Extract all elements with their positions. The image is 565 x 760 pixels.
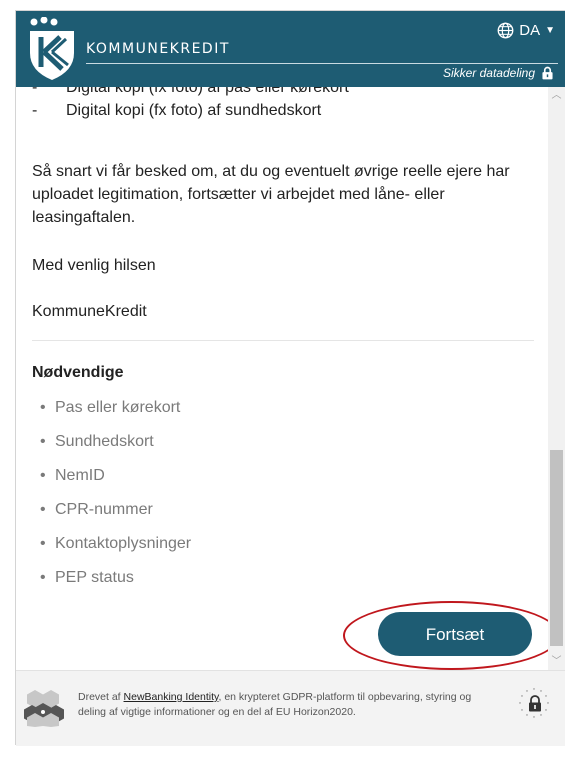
language-label: DA — [519, 22, 541, 39]
list-item: • Kontaktoplysninger — [40, 535, 192, 552]
svg-text:*: * — [547, 702, 549, 708]
scrollbar-thumb[interactable] — [550, 450, 563, 646]
greeting: Med venlig hilsen — [32, 257, 156, 274]
svg-text:*: * — [526, 714, 528, 720]
divider — [32, 340, 534, 341]
section-title: Nødvendige — [32, 364, 124, 381]
content-area: - Digital kopi (fx foto) af pas eller kør… — [16, 87, 548, 670]
language-selector[interactable]: DA ▼ — [497, 22, 555, 39]
required-list: • Pas eller kørekort • Sundhedskort • NemID… — [40, 399, 191, 603]
newbanking-logo-icon — [24, 690, 64, 727]
footer: Drevet af NewBanking Identity, en krypte… — [16, 670, 565, 746]
eu-lock-icon: * ** *** *** *** — [519, 688, 549, 721]
svg-text:*: * — [545, 695, 547, 701]
globe-icon — [497, 22, 514, 39]
list-item: • NemID — [40, 467, 105, 484]
svg-text:*: * — [545, 709, 547, 715]
svg-text:*: * — [533, 688, 535, 694]
svg-text:*: * — [540, 690, 542, 696]
highlight-circle — [343, 601, 548, 670]
secure-label: Sikker datadeling — [442, 66, 535, 80]
secure-sharing: Sikker datadeling — [443, 66, 553, 80]
info-paragraph: Så snart vi får besked om, at du og even… — [32, 163, 510, 226]
svg-text:*: * — [519, 702, 521, 708]
list-item: • PEP status — [40, 569, 134, 586]
caret-down-icon: ▼ — [545, 25, 555, 36]
svg-text:*: * — [521, 695, 523, 701]
svg-text:*: * — [540, 714, 542, 720]
svg-text:*: * — [521, 709, 523, 715]
scroll-down-arrow-icon[interactable]: ﹀ — [548, 653, 565, 670]
footer-text: Drevet af NewBanking Identity, en krypte… — [78, 691, 472, 718]
scrollbar[interactable]: ︿ ﹀ — [548, 87, 565, 670]
app-window: KOMMUNEKREDIT DA ▼ Sikker datadeling - D… — [15, 10, 565, 746]
list-item: • Pas eller kørekort — [40, 399, 181, 416]
newbanking-link[interactable]: NewBanking Identity — [124, 691, 219, 703]
scroll-up-arrow-icon[interactable]: ︿ — [548, 87, 565, 104]
list-item: • CPR-nummer — [40, 501, 153, 518]
lock-icon — [542, 66, 553, 80]
list-item: - Digital kopi (fx foto) af sundhedskort — [32, 102, 322, 119]
brand-underline — [86, 63, 558, 64]
list-item: - Digital kopi (fx foto) af pas eller kør… — [32, 87, 349, 96]
signature: KommuneKredit — [32, 303, 147, 320]
kommunekredit-logo-icon — [30, 17, 74, 80]
svg-text:*: * — [526, 690, 528, 696]
list-item: • Sundhedskort — [40, 433, 154, 450]
header: KOMMUNEKREDIT DA ▼ Sikker datadeling — [16, 11, 565, 87]
svg-text:*: * — [533, 716, 535, 721]
brand-name: KOMMUNEKREDIT — [86, 41, 230, 57]
document-list: - Digital kopi (fx foto) af pas eller kør… — [32, 87, 349, 125]
